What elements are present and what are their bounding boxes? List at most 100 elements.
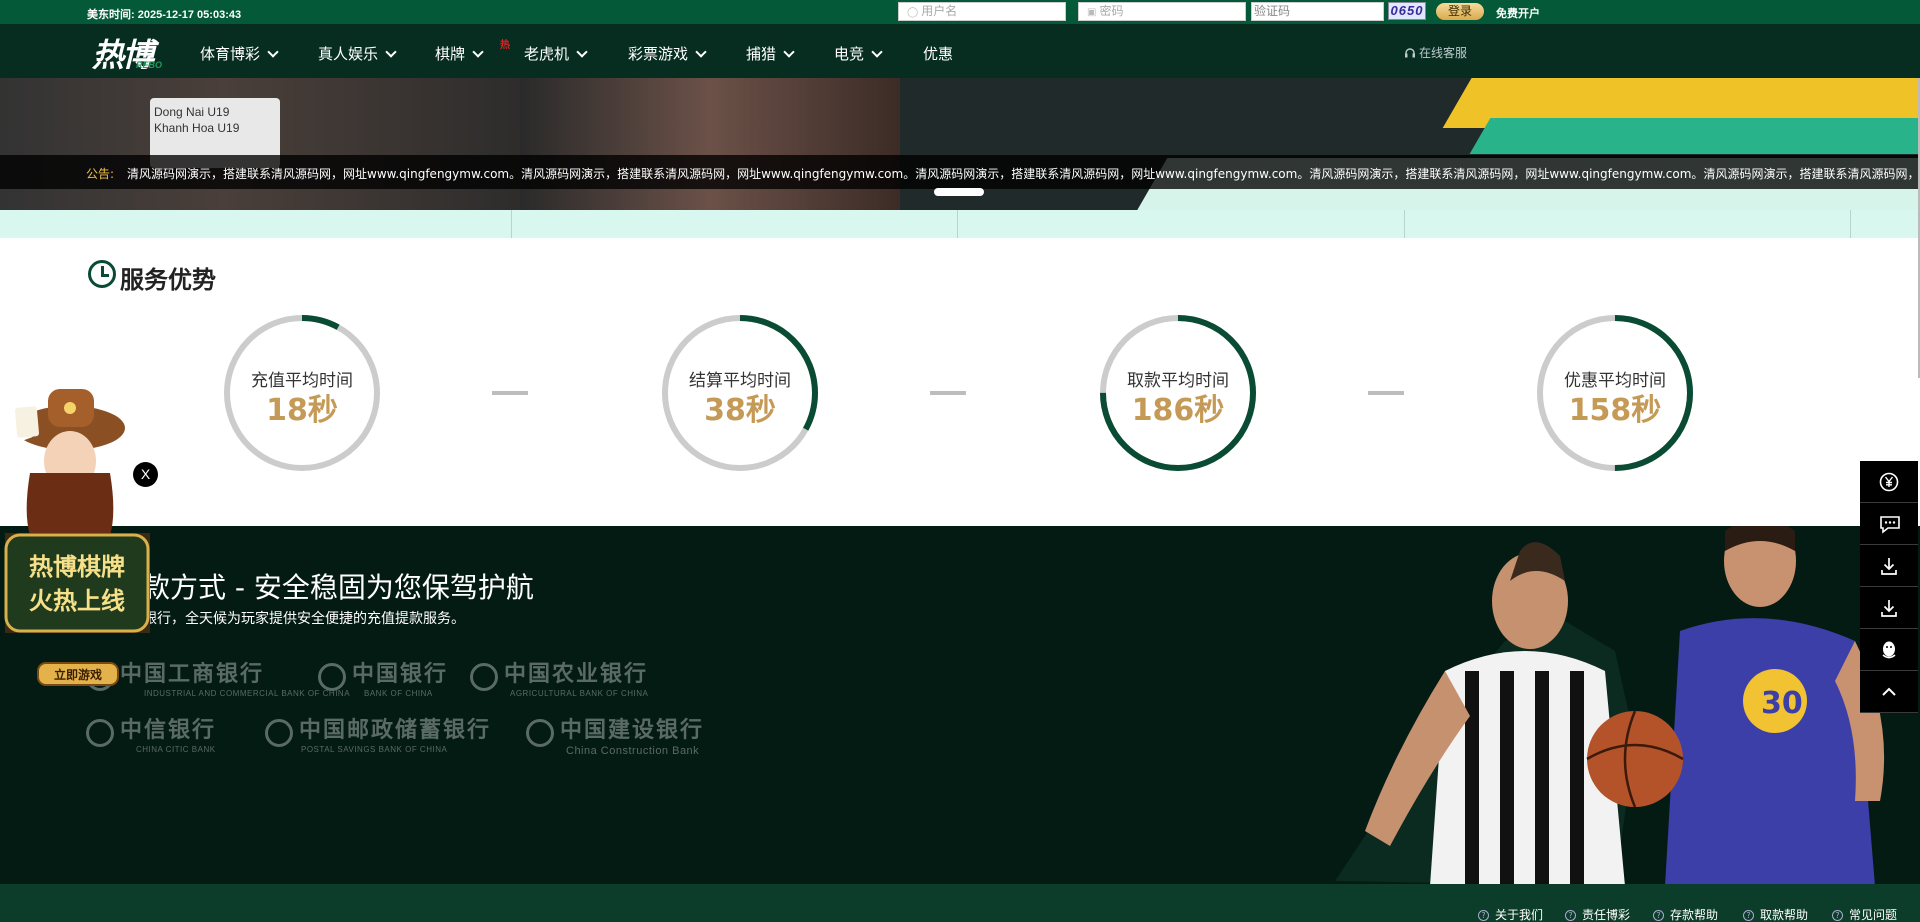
username-placeholder: 用户名 [921, 4, 958, 18]
password-input[interactable]: ▣ 密码 [1078, 2, 1246, 21]
bank-name-en: CHINA CITIC BANK [136, 744, 216, 754]
abc-icon [470, 662, 498, 691]
sidebar-chat-button[interactable] [1860, 503, 1918, 545]
captcha-placeholder: 验证码 [1254, 4, 1291, 18]
username-input[interactable]: ◯ 用户名 [898, 2, 1066, 21]
stat-ring-bonus: 优惠平均时间 158秒 [1535, 313, 1695, 473]
nav-item-sports[interactable]: 体育博彩 [200, 43, 279, 64]
chat-icon [1880, 516, 1900, 534]
jersey-number: 30 [1761, 686, 1803, 721]
stat-separator [930, 391, 966, 395]
nav-item-fishing[interactable]: 捕猎 [746, 43, 795, 64]
promo-close-button[interactable]: X [133, 462, 158, 487]
captcha-input[interactable]: 验证码 [1251, 2, 1384, 21]
stat-value: 38秒 [704, 393, 776, 428]
bank-name-en: AGRICULTURAL BANK OF CHINA [510, 688, 649, 698]
stat-value: 186秒 [1131, 393, 1225, 428]
bank-name: 中信银行 [120, 717, 217, 743]
nav-item-slots[interactable]: 老虎机 [524, 43, 588, 64]
promo-play-label: 立即游戏 [54, 667, 102, 682]
help-icon: ? [1832, 910, 1843, 921]
sidebar-download-button-2[interactable] [1860, 587, 1918, 629]
strip-divider [957, 210, 958, 238]
nav-item-esports[interactable]: 电竞 [834, 43, 883, 64]
footer-link-responsible-gaming[interactable]: ? 责任博彩 [1565, 906, 1630, 922]
stat-value: 158秒 [1568, 393, 1662, 428]
sidebar-download-button[interactable] [1860, 545, 1918, 587]
nav-label: 体育博彩 [200, 45, 261, 63]
bank-logo-abc: 中国农业银行 AGRICULTURAL BANK OF CHINA [470, 656, 648, 698]
scoreboard-line-1: Dong Nai U19 [154, 105, 230, 119]
footer-link-deposit-help[interactable]: ? 存款帮助 [1653, 906, 1718, 922]
psbc-icon [265, 718, 293, 747]
jersey-stripe [1465, 671, 1479, 884]
star-icon [64, 402, 76, 414]
nav-item-promotions[interactable]: 优惠 [923, 43, 953, 64]
captcha-image[interactable]: 0650 [1388, 2, 1426, 20]
banner-stripe-green [1469, 118, 1920, 154]
headset-icon [1405, 48, 1415, 58]
nav-item-live-casino[interactable]: 真人娱乐 [318, 43, 397, 64]
sidebar-back-to-top-button[interactable] [1860, 671, 1918, 713]
nav-label: 棋牌 [435, 45, 466, 63]
hot-badge: 热 [500, 40, 510, 51]
promo-line-2: 火热上线 [29, 587, 125, 615]
customer-service-label: 在线客服 [1419, 46, 1468, 60]
qq-penguin-icon [1882, 641, 1896, 659]
payment-subtitle: 主流银行，全天候为玩家提供安全便捷的充值提款服务。 [115, 611, 465, 627]
sidebar-qq-button[interactable] [1860, 629, 1918, 671]
promo-line-1: 热博棋牌 [29, 553, 125, 581]
info-strip [0, 210, 1920, 238]
footer-link-label: 关于我们 [1495, 908, 1544, 922]
chevron-down-icon [783, 46, 795, 58]
bank-name-en: China Construction Bank [566, 744, 700, 757]
footer-link-withdrawal-help[interactable]: ? 取款帮助 [1743, 906, 1808, 922]
strip-divider [511, 210, 512, 238]
top-bar: 美东时间: 2025-12-17 05:03:43 ◯ 用户名 ▣ 密码 验证码 0… [0, 0, 1920, 24]
bank-name: 中国建设银行 [560, 717, 705, 743]
stat-ring-deposit: 充值平均时间 18秒 [222, 313, 382, 473]
bank-logo-boc: 中国银行 BANK OF CHINA [318, 656, 448, 698]
chevron-down-icon [267, 46, 279, 58]
password-placeholder: 密码 [1099, 4, 1124, 18]
site-logo[interactable]: 热博 REBO [90, 32, 180, 74]
chevron-down-icon [385, 46, 397, 58]
service-title: 服务优势 [120, 266, 216, 294]
announcement-text[interactable]: 清风源码网演示，搭建联系清风源码网，网址www.qingfengymw.com。… [127, 165, 1920, 182]
help-icon: ? [1565, 910, 1576, 921]
playing-card [14, 406, 40, 438]
promo-widget[interactable]: 热博棋牌 火热上线 立即游戏 [0, 383, 160, 693]
footer-link-faq[interactable]: ? 常见问题 [1832, 906, 1897, 922]
yuan-icon [1879, 472, 1899, 492]
nav-item-lottery[interactable]: 彩票游戏 [628, 43, 707, 64]
nav-label: 彩票游戏 [628, 45, 689, 63]
footer-link-label: 常见问题 [1849, 908, 1898, 922]
footer-link-about[interactable]: ? 关于我们 [1478, 906, 1543, 922]
help-icon: ? [1478, 910, 1489, 921]
bank-logo-citic: 中信银行 CHINA CITIC BANK [86, 712, 216, 754]
nav-item-chess[interactable]: 棋牌 [435, 43, 484, 64]
stat-value: 18秒 [266, 393, 338, 428]
bank-logo-psbc: 中国邮政储蓄银行 POSTAL SAVINGS BANK OF CHINA [265, 712, 491, 754]
register-link[interactable]: 免费开户 [1496, 5, 1540, 21]
user-icon: ◯ [907, 7, 919, 18]
carousel-indicator[interactable] [934, 188, 984, 196]
customer-service-link[interactable]: 在线客服 [1404, 44, 1467, 61]
strip-divider [1850, 210, 1851, 238]
athletes-illustration: 30 [1335, 526, 1885, 884]
banner-photo-left [0, 78, 560, 210]
bank-name-en: BANK OF CHINA [364, 688, 433, 698]
banner-photo-center [520, 78, 900, 210]
sidebar-deposit-button[interactable] [1860, 461, 1918, 503]
bank-name: 中国邮政储蓄银行 [299, 717, 492, 743]
nav-label: 捕猎 [746, 45, 777, 63]
server-time: 美东时间: 2025-12-17 05:03:43 [87, 6, 241, 22]
stat-ring-withdrawal: 取款平均时间 186秒 [1098, 313, 1258, 473]
stat-separator [492, 391, 528, 395]
bank-name: 中国农业银行 [504, 661, 649, 687]
chevron-down-icon [871, 46, 883, 58]
scoreboard-line-2: Khanh Hoa U19 [154, 121, 240, 135]
bank-name: 中国银行 [352, 661, 449, 687]
login-button[interactable]: 登录 [1436, 3, 1484, 20]
strip-divider [1404, 210, 1405, 238]
